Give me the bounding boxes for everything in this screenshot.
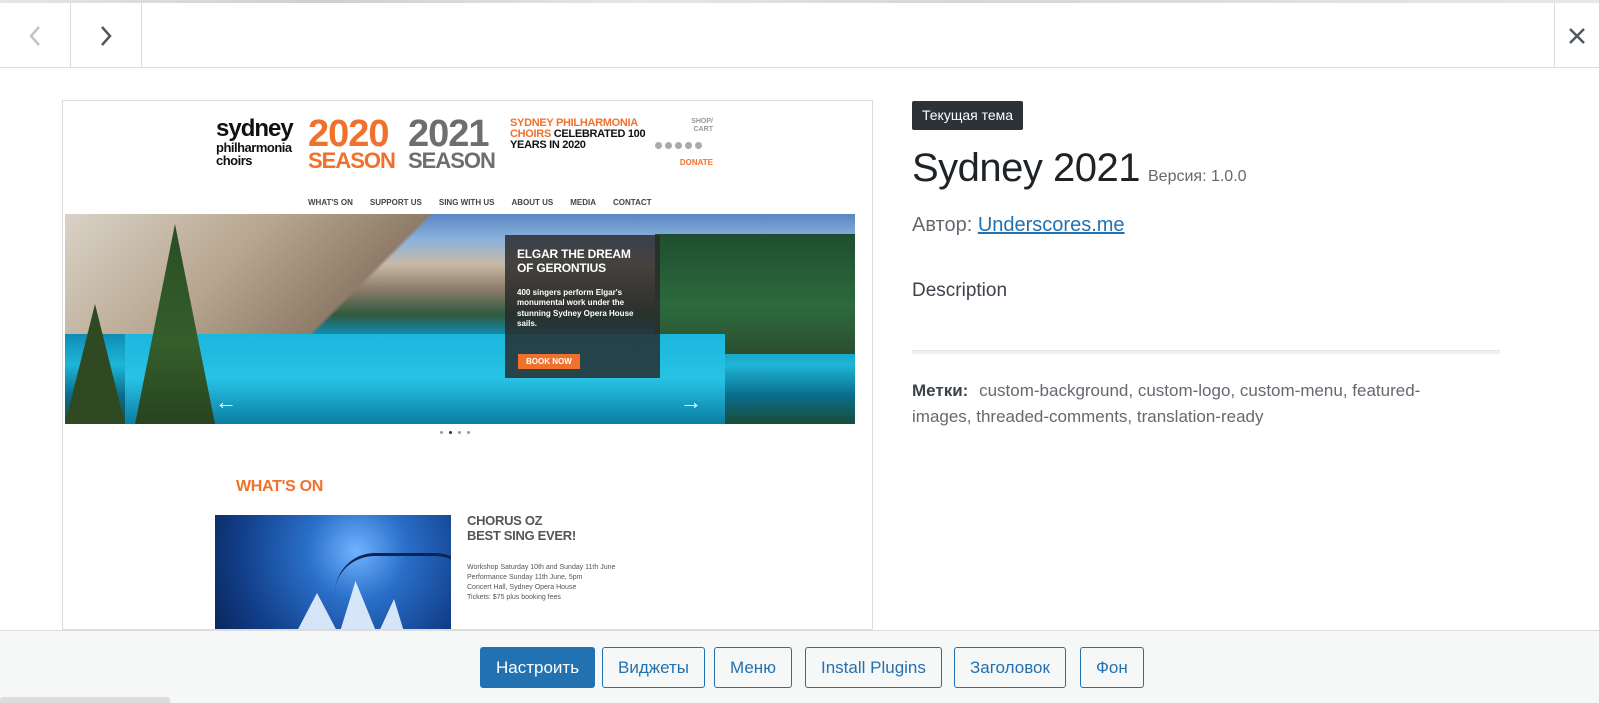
event-image [215,515,451,629]
event-title-line-1: CHORUS OZ [467,513,543,528]
hero-card: ELGAR THE DREAM OF GERONTIUS 400 singers… [505,235,660,378]
widgets-button[interactable]: Виджеты [602,647,706,688]
close-icon [1569,27,1585,44]
slider-dot [449,431,452,434]
theme-author: Автор: Underscores.me [912,214,1125,237]
slider-dot [467,431,470,434]
hero-slider: ELGAR THE DREAM OF GERONTIUS 400 singers… [65,214,855,424]
install-plugins-button[interactable]: Install Plugins [805,647,942,688]
shop-cart-link: SHOP/ CART [691,118,713,133]
author-label: Автор: [912,214,978,236]
theme-name: Sydney 2021 [912,146,1141,190]
site-logo: sydney philharmonia choirs [216,115,294,168]
whats-on-heading: WHAT'S ON [236,478,324,495]
menu-item: WHAT'S ON [308,198,353,207]
slider-dots [440,431,470,434]
social-icons [655,142,702,149]
twitter-icon [665,142,672,149]
facebook-icon [655,142,662,149]
event-title: CHORUS OZ BEST SING EVER! [467,513,576,544]
top-strip [0,0,1599,3]
author-link[interactable]: Underscores.me [978,214,1125,236]
hero-title: ELGAR THE DREAM OF GERONTIUS [517,247,631,276]
donate-link: DONATE [679,158,713,167]
season-2020-word: SEASON [308,148,396,174]
instagram-icon [675,142,682,149]
arrow-right-icon: → [680,389,702,414]
tags-value: custom-background, custom-logo, custom-m… [912,381,1421,426]
tags-label: Метки: [912,381,969,400]
season-2021-word: SEASON [408,148,496,174]
event-info-line: Performance Sunday 11th June, 5pm [467,574,583,582]
slider-dot [440,431,443,434]
divider [912,350,1500,354]
theme-screenshot: sydney philharmonia choirs 2020 SEASON 2… [62,100,873,630]
event-info: Workshop Saturday 10th and Sunday 11th J… [467,563,615,604]
menu-item: ABOUT US [511,198,554,207]
bottom-scroll-strip [0,697,170,703]
close-overlay-button[interactable] [1554,3,1599,68]
arrow-left-icon: ← [215,389,237,414]
season-2020-year: 2020 [308,113,390,155]
background-button[interactable]: Фон [1080,647,1144,688]
event-info-line: Workshop Saturday 10th and Sunday 11th J… [467,564,616,571]
hero-description: 400 singers perform Elgar's monumental w… [517,287,634,328]
theme-version: Версия: 1.0.0 [1148,168,1247,185]
logo-line-1: sydney [216,115,294,142]
slider-dot [458,431,461,434]
menu-item: CONTACT [613,198,652,207]
header-button[interactable]: Заголовок [954,647,1066,688]
season-2021-year: 2021 [408,113,490,155]
youtube-icon [685,142,692,149]
season-2020: 2020 SEASON [308,113,396,174]
event-info-line: Tickets: $75 plus booking fees [467,594,561,602]
theme-overlay-header [0,0,1599,68]
hero-mountain [65,214,465,334]
menus-button[interactable]: Меню [714,647,792,688]
chevron-right-icon [101,25,112,46]
menu-item: SUPPORT US [369,198,422,207]
menu-item: MEDIA [570,198,596,207]
event-info-line: Concert Hall, Sydney Opera House [467,584,577,592]
event-title-line-2: BEST SING EVER! [467,527,576,543]
harbour-bridge [335,553,451,593]
logo-line-3: choirs [216,153,253,168]
next-theme-button[interactable] [71,3,142,68]
previous-theme-button[interactable] [0,3,71,68]
search-icon [695,142,702,149]
menu-item: SING WITH US [438,198,495,207]
theme-tags: Метки: custom-background, custom-logo, c… [912,378,1452,430]
chevron-left-icon [29,25,40,46]
customize-button[interactable]: Настроить [480,647,596,688]
celebrated-text: SYDNEY PHILHARMONIA CHOIRS CELEBRATED 10… [510,118,650,151]
current-theme-badge: Текущая тема [912,101,1024,130]
theme-description: Description [912,280,1008,301]
theme-actions-bar [0,630,1599,703]
book-now-button: BOOK NOW [518,354,580,369]
season-2021: 2021 SEASON [408,113,496,174]
site-menu: WHAT'S ON SUPPORT US SING WITH US ABOUT … [308,198,652,207]
